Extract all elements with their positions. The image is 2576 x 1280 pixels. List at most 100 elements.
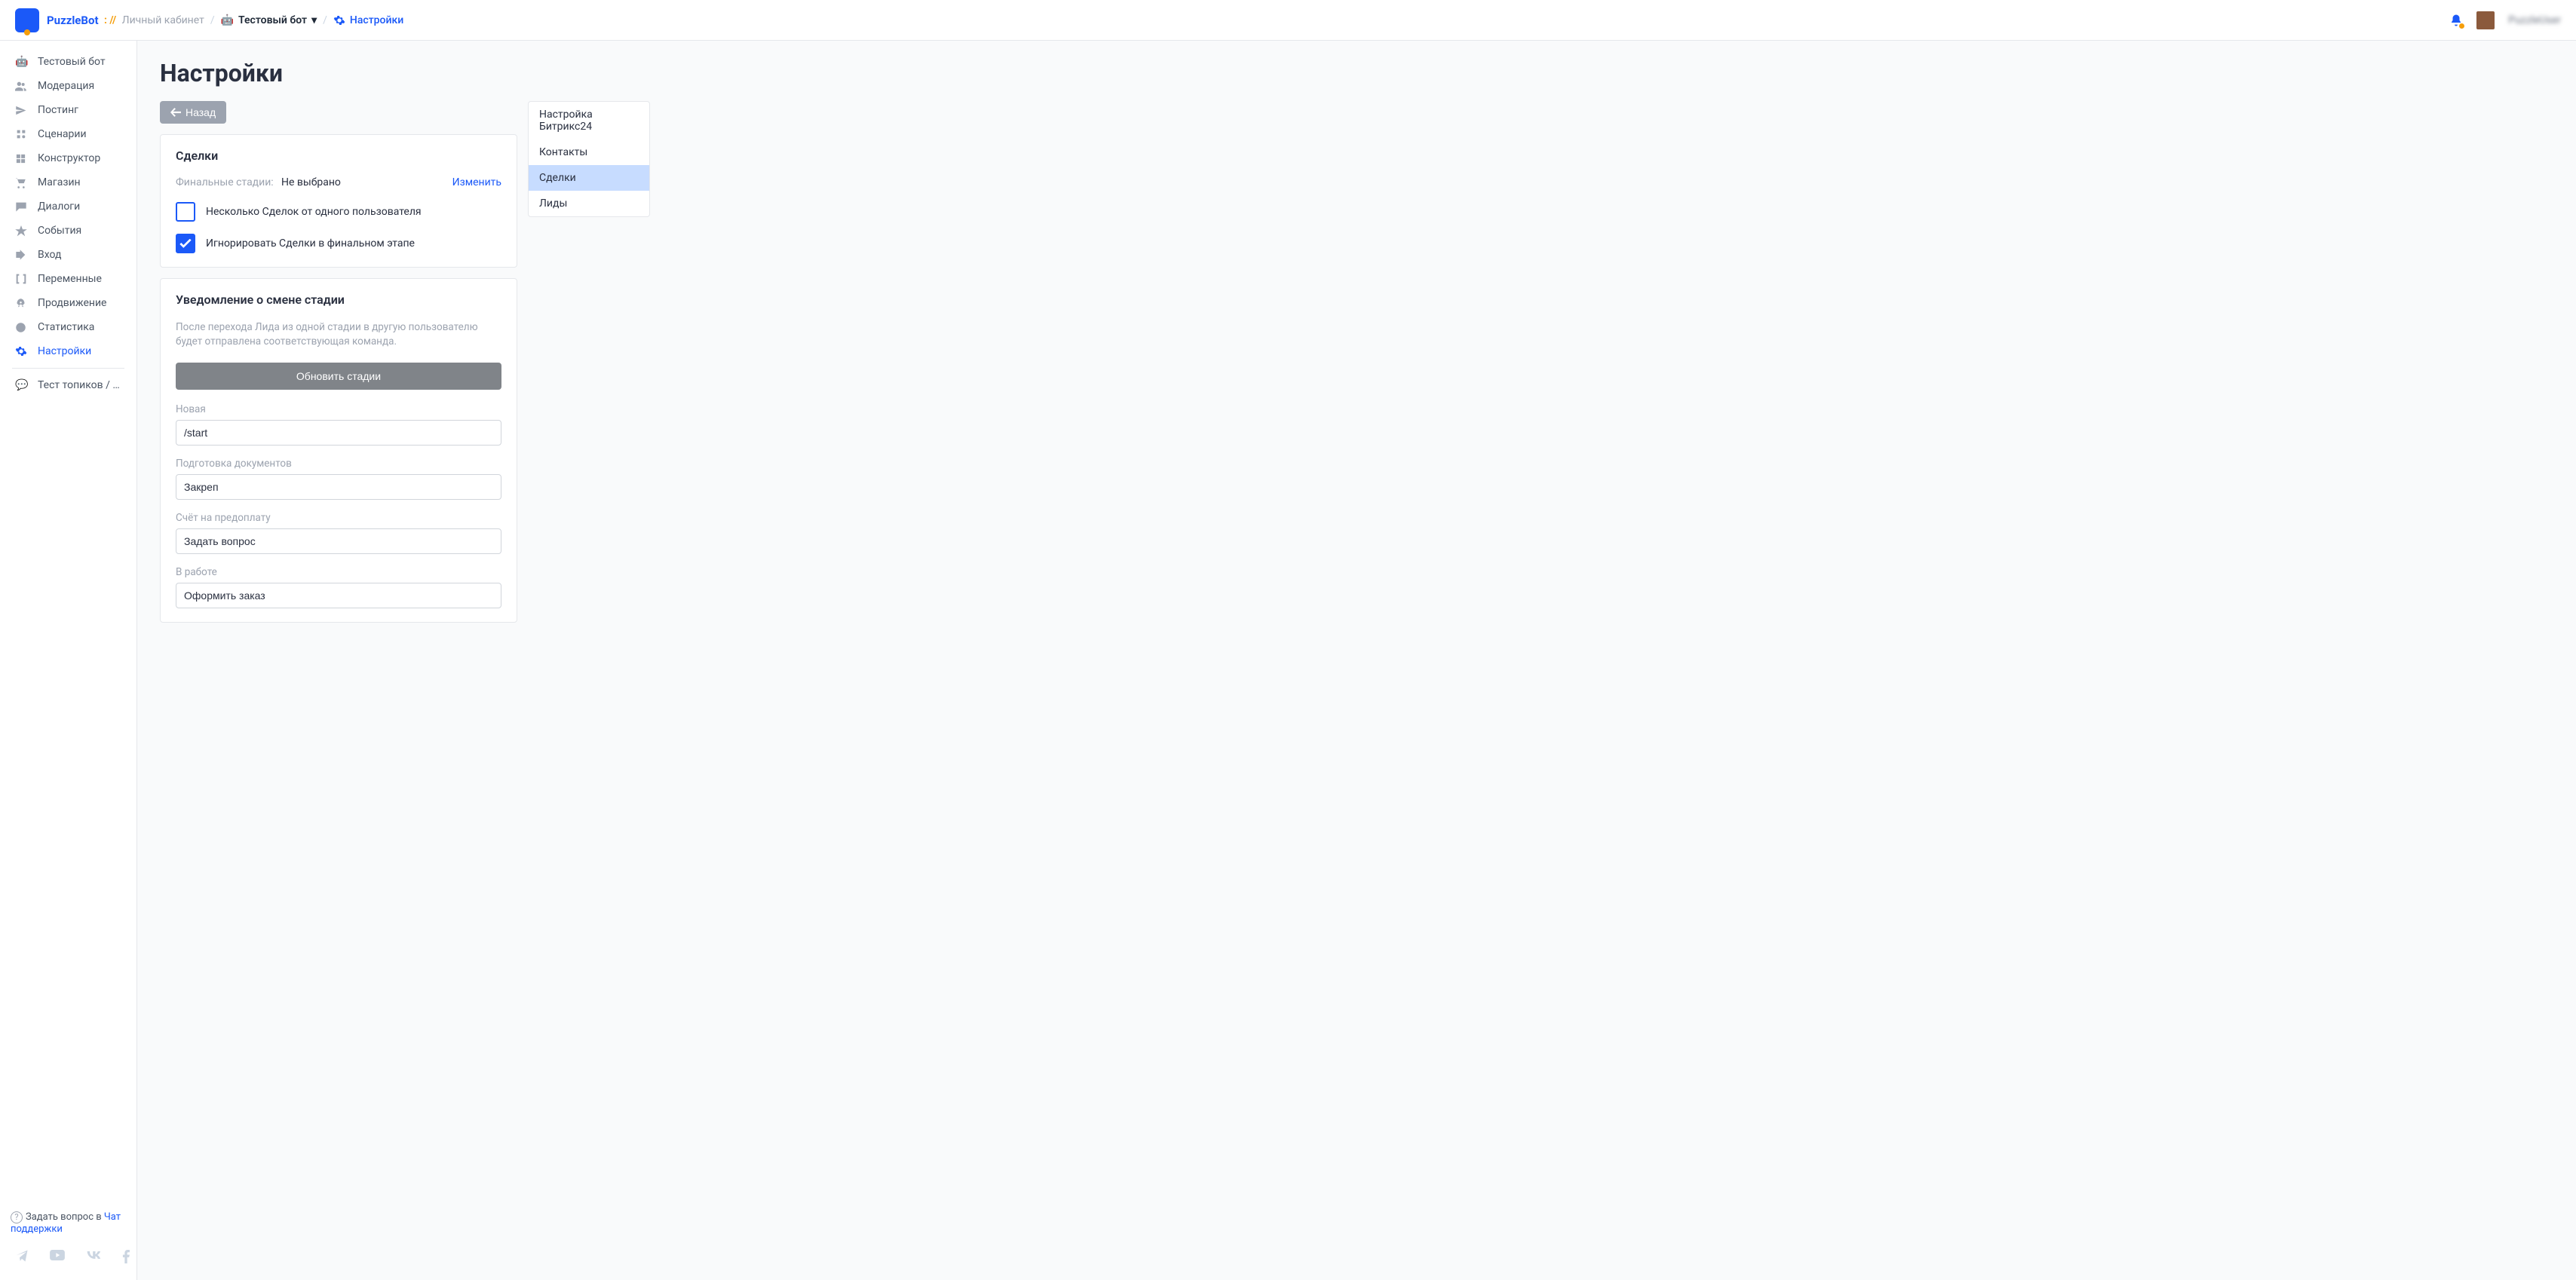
arrow-left-icon: [170, 108, 181, 117]
deals-card: Сделки Финальные стадии: Не выбрано Изме…: [160, 134, 517, 268]
breadcrumb-separator: /: [210, 14, 215, 26]
final-stages-label: Финальные стадии:: [176, 176, 281, 188]
users-icon: [15, 81, 29, 91]
sidebar-item-shop[interactable]: Магазин: [0, 170, 136, 194]
facebook-icon[interactable]: [122, 1250, 130, 1263]
bell-icon: [2449, 14, 2463, 27]
stage-label: Счёт на предоплату: [176, 512, 501, 524]
refresh-stages-button[interactable]: Обновить стадии: [176, 363, 501, 390]
vk-icon[interactable]: [86, 1250, 101, 1263]
change-link[interactable]: Изменить: [452, 176, 501, 188]
sidebar-item-label: Настройки: [38, 345, 91, 357]
sidebar-item-stats[interactable]: Статистика: [0, 315, 136, 339]
breadcrumb-bot[interactable]: 🤖 Тестовый бот ▾: [221, 14, 317, 26]
sidebar-item-label: События: [38, 225, 81, 237]
notify-card: Уведомление о смене стадии После переход…: [160, 278, 517, 623]
chart-icon: [15, 322, 29, 333]
multi-deals-label: Несколько Сделок от одного пользователя: [206, 206, 422, 218]
multi-deals-checkbox-row: Несколько Сделок от одного пользователя: [176, 202, 501, 222]
breadcrumb-separator: /: [323, 14, 327, 26]
sidebar-item-label: Магазин: [38, 176, 81, 188]
sidebar-item-login[interactable]: Вход: [0, 243, 136, 267]
sidebar-item-variables[interactable]: Переменные: [0, 267, 136, 291]
tabs: Настройка Битрикс24 Контакты Сделки Лиды: [528, 101, 650, 217]
sidebar-item-label: Сценарии: [38, 128, 87, 140]
back-button[interactable]: Назад: [160, 101, 226, 124]
grid-icon: [15, 153, 29, 164]
sidebar-item-scenarios[interactable]: Сценарии: [0, 122, 136, 146]
gear-icon: [333, 14, 345, 26]
sidebar-item-label: Тест топиков / …: [38, 379, 120, 391]
notify-title: Уведомление о смене стадии: [176, 292, 501, 307]
multi-deals-checkbox[interactable]: [176, 202, 195, 222]
tab-contacts[interactable]: Контакты: [529, 139, 649, 165]
sidebar-item-posting[interactable]: Постинг: [0, 98, 136, 122]
rocket-icon: [15, 298, 29, 309]
check-icon: [179, 239, 192, 248]
chat-icon: 💬: [15, 379, 29, 391]
sidebar-item-constructor[interactable]: Конструктор: [0, 146, 136, 170]
avatar[interactable]: [2476, 11, 2495, 29]
stage-input-2[interactable]: [176, 528, 501, 554]
sidebar-item-extra[interactable]: 💬 Тест топиков / …: [0, 373, 136, 397]
sidebar-item-label: Вход: [38, 249, 61, 261]
logo-icon[interactable]: [15, 8, 39, 32]
deals-title: Сделки: [176, 149, 501, 163]
notify-desc: После перехода Лида из одной стадии в др…: [176, 320, 501, 349]
final-stages-row: Финальные стадии: Не выбрано Изменить: [176, 176, 501, 188]
sidebar-item-label: Продвижение: [38, 297, 106, 309]
page-title: Настройки: [160, 59, 2553, 87]
chat-icon: [15, 201, 29, 212]
bot-icon: 🤖: [15, 56, 29, 68]
sidebar-item-moderation[interactable]: Модерация: [0, 74, 136, 98]
brand-separator: : //: [102, 14, 119, 26]
sidebar-item-label: Тестовый бот: [38, 56, 106, 68]
send-icon: [15, 105, 29, 116]
final-stages-value: Не выбрано: [281, 176, 341, 188]
stage-input-0[interactable]: [176, 420, 501, 446]
sidebar-item-label: Статистика: [38, 321, 94, 333]
flow-icon: [15, 128, 29, 140]
star-icon: [15, 225, 29, 237]
sidebar-item-label: Переменные: [38, 273, 102, 285]
stage-label: Новая: [176, 403, 501, 415]
main-content: Настройки Назад Сделки Финальные стадии:…: [137, 41, 2576, 1280]
sidebar-item-promotion[interactable]: Продвижение: [0, 291, 136, 315]
tab-bitrix[interactable]: Настройка Битрикс24: [529, 102, 649, 139]
sidebar-item-dialogs[interactable]: Диалоги: [0, 194, 136, 219]
sidebar: 🤖 Тестовый бот Модерация Постинг Сценарии…: [0, 41, 137, 1280]
sidebar-footer: ?Задать вопрос в Чат поддержки: [0, 1204, 136, 1242]
sidebar-item-label: Диалоги: [38, 201, 80, 213]
social-links: [0, 1242, 136, 1271]
tab-deals[interactable]: Сделки: [529, 165, 649, 191]
youtube-icon[interactable]: [50, 1250, 65, 1263]
sidebar-item-events[interactable]: События: [0, 219, 136, 243]
bot-icon: 🤖: [221, 14, 234, 26]
sidebar-item-label: Постинг: [38, 104, 78, 116]
sidebar-item-bot[interactable]: 🤖 Тестовый бот: [0, 50, 136, 74]
notifications-button[interactable]: [2449, 14, 2463, 27]
help-icon: ?: [11, 1211, 23, 1223]
divider: [12, 368, 124, 369]
username[interactable]: PuzzleUser: [2508, 14, 2561, 26]
brackets-icon: [15, 274, 29, 284]
telegram-icon[interactable]: [15, 1250, 29, 1263]
tab-leads[interactable]: Лиды: [529, 191, 649, 216]
sidebar-item-settings[interactable]: Настройки: [0, 339, 136, 363]
breadcrumb-bot-label: Тестовый бот: [238, 14, 307, 26]
ignore-final-checkbox-row: Игнорировать Сделки в финальном этапе: [176, 234, 501, 253]
login-icon: [15, 250, 29, 260]
breadcrumb-settings-label: Настройки: [350, 14, 403, 26]
sidebar-item-label: Модерация: [38, 80, 94, 92]
stage-label: В работе: [176, 566, 501, 578]
breadcrumb-settings[interactable]: Настройки: [333, 14, 403, 26]
footer-prefix: Задать вопрос в: [26, 1211, 104, 1223]
stage-input-3[interactable]: [176, 583, 501, 608]
brand-name[interactable]: PuzzleBot: [47, 14, 99, 27]
stage-input-1[interactable]: [176, 474, 501, 500]
stage-label: Подготовка документов: [176, 458, 501, 470]
ignore-final-checkbox[interactable]: [176, 234, 195, 253]
breadcrumb-dashboard[interactable]: Личный кабинет: [122, 14, 204, 26]
chevron-down-icon: ▾: [311, 14, 317, 26]
ignore-final-label: Игнорировать Сделки в финальном этапе: [206, 237, 415, 250]
